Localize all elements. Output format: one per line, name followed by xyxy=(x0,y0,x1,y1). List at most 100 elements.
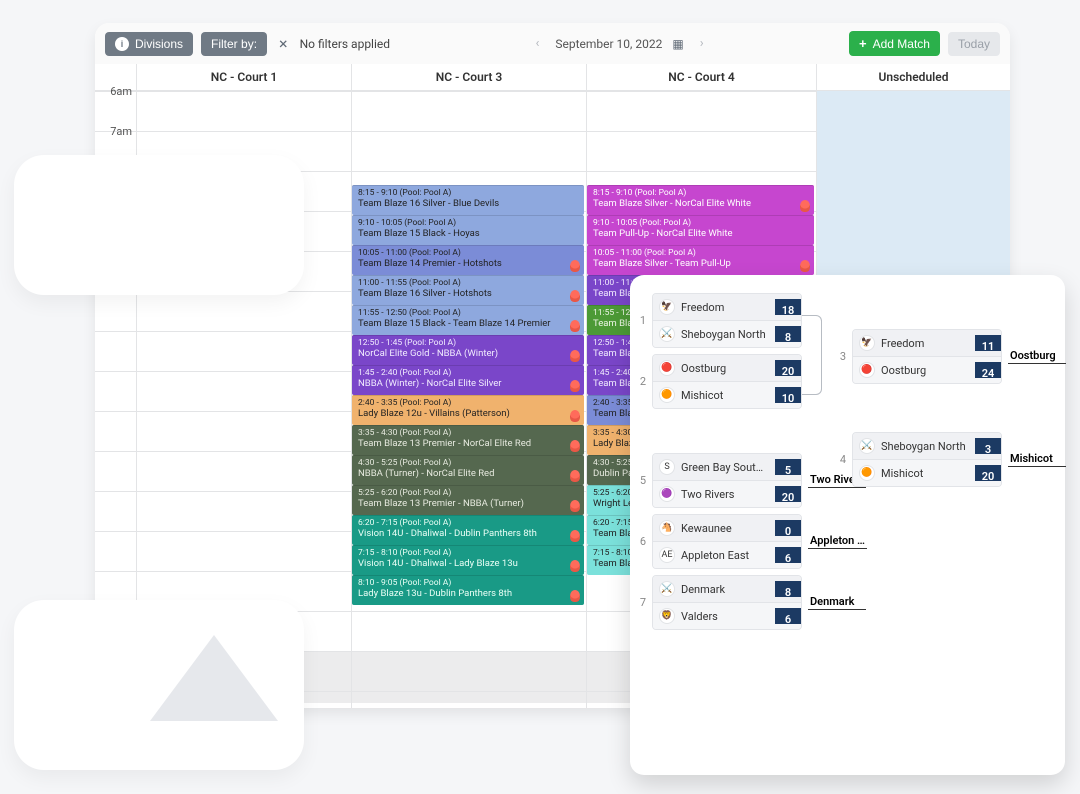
team-score: 24 xyxy=(975,362,1001,378)
team-row: SGreen Bay South…5 xyxy=(653,454,801,481)
team-icon: 🟣 xyxy=(659,486,675,502)
event-flag-icon xyxy=(570,590,580,602)
team-name: Kewaunee xyxy=(681,522,769,535)
event-flag-icon xyxy=(570,560,580,572)
team-row: 🟠Mishicot20 xyxy=(853,460,1001,486)
bracket-match[interactable]: 7⚔️Denmark8🦁Valders6Denmark xyxy=(634,575,1047,630)
event-flag-icon xyxy=(570,440,580,452)
today-button[interactable]: Today xyxy=(948,32,1000,56)
divisions-button[interactable]: i Divisions xyxy=(105,32,193,56)
header-unscheduled: Unscheduled xyxy=(817,64,1010,90)
event-flag-icon xyxy=(570,410,580,422)
winner-label: Denmark xyxy=(808,595,866,610)
team-row: 🔴Oostburg20 xyxy=(653,355,801,382)
winner-label: Mishicot xyxy=(1008,452,1066,467)
team-row: 🦁Valders6 xyxy=(653,603,801,629)
team-row: ⚔️Sheboygan North3 xyxy=(853,433,1001,460)
team-score: 6 xyxy=(775,608,801,624)
team-score: 0 xyxy=(775,520,801,536)
event-time: 1:45 - 2:40 (Pool: Pool A) xyxy=(358,368,578,378)
next-day-icon[interactable]: › xyxy=(694,34,710,53)
event-title: Team Pull-Up - NorCal Elite White xyxy=(593,228,808,239)
schedule-event[interactable]: 5:25 - 6:20 (Pool: Pool A)Team Blaze 13 … xyxy=(352,485,584,515)
team-icon: 🟠 xyxy=(859,465,875,481)
team-score: 10 xyxy=(775,387,801,403)
event-time: 10:05 - 11:00 (Pool: Pool A) xyxy=(593,248,808,258)
add-match-button[interactable]: + Add Match xyxy=(849,31,940,56)
clear-filters-icon[interactable]: × xyxy=(275,34,292,53)
schedule-event[interactable]: 8:15 - 9:10 (Pool: Pool A)Team Blaze Sil… xyxy=(587,185,814,215)
event-flag-icon xyxy=(570,350,580,362)
court3-column[interactable]: 8:15 - 9:10 (Pool: Pool A)Team Blaze 16 … xyxy=(352,91,587,708)
schedule-event[interactable]: 8:10 - 9:05 (Pool: Pool A)Lady Blaze 13u… xyxy=(352,575,584,605)
team-icon: AE xyxy=(659,547,675,563)
filter-status: No filters applied xyxy=(300,37,390,51)
bracket-match[interactable]: 4⚔️Sheboygan North3🟠Mishicot20Mishicot xyxy=(834,432,1066,487)
team-row: 🔴 Oostburg 24 xyxy=(853,357,1001,383)
current-date[interactable]: September 10, 2022 xyxy=(555,37,662,51)
event-flag-icon xyxy=(800,200,810,212)
schedule-event[interactable]: 9:10 - 10:05 (Pool: Pool A)Team Blaze 15… xyxy=(352,215,584,245)
column-headers: NC - Court 1 NC - Court 3 NC - Court 4 U… xyxy=(95,64,1010,91)
team-icon: ⚔️ xyxy=(659,581,675,597)
team-score: 20 xyxy=(975,465,1001,481)
event-title: Team Blaze 15 Black - Team Blaze 14 Prem… xyxy=(358,318,578,329)
bracket-match[interactable]: 3🦅Freedom11🔴Oostburg24Oostburg xyxy=(834,329,1066,384)
filter-button[interactable]: Filter by: xyxy=(201,32,267,56)
bracket-connector xyxy=(802,315,822,395)
calendar-icon[interactable]: ▦ xyxy=(672,37,683,51)
schedule-event[interactable]: 7:15 - 8:10 (Pool: Pool A)Vision 14U - D… xyxy=(352,545,584,575)
event-title: Team Blaze 14 Premier - Hotshots xyxy=(358,258,578,269)
event-title: Team Blaze 16 Silver - Blue Devils xyxy=(358,198,578,209)
team-score: 3 xyxy=(975,438,1001,454)
winner-label: Appleton … xyxy=(808,534,867,549)
team-score: 8 xyxy=(775,581,801,597)
team-icon: 🐴 xyxy=(659,520,675,536)
team-name: Sheboygan North xyxy=(681,328,769,341)
schedule-event[interactable]: 8:15 - 9:10 (Pool: Pool A)Team Blaze 16 … xyxy=(352,185,584,215)
team-icon: 🦅 xyxy=(859,335,875,351)
event-time: 8:15 - 9:10 (Pool: Pool A) xyxy=(593,188,808,198)
event-flag-icon xyxy=(570,380,580,392)
team-icon: 🔴 xyxy=(859,362,875,378)
event-title: Team Blaze 16 Silver - Hotshots xyxy=(358,288,578,299)
header-court4: NC - Court 4 xyxy=(587,64,817,90)
schedule-event[interactable]: 6:20 - 7:15 (Pool: Pool A)Vision 14U - D… xyxy=(352,515,584,545)
event-flag-icon xyxy=(570,290,580,302)
schedule-event[interactable]: 4:30 - 5:25 (Pool: Pool A)NBBA (Turner) … xyxy=(352,455,584,485)
schedule-event[interactable]: 9:10 - 10:05 (Pool: Pool A)Team Pull-Up … xyxy=(587,215,814,245)
bracket-match[interactable]: 6🐴Kewaunee0AEAppleton East6Appleton … xyxy=(634,514,1047,569)
event-title: Team Blaze Silver - Team Pull-Up xyxy=(593,258,808,269)
event-time: 12:50 - 1:45 (Pool: Pool A) xyxy=(358,338,578,348)
schedule-event[interactable]: 10:05 - 11:00 (Pool: Pool A)Team Blaze 1… xyxy=(352,245,584,275)
event-time: 8:10 - 9:05 (Pool: Pool A) xyxy=(358,578,578,588)
team-name: Green Bay South… xyxy=(681,461,769,474)
prev-day-icon[interactable]: ‹ xyxy=(529,34,545,53)
schedule-event[interactable]: 12:50 - 1:45 (Pool: Pool A)NorCal Elite … xyxy=(352,335,584,365)
team-name: Mishicot xyxy=(681,389,769,402)
event-title: NorCal Elite Gold - NBBA (Winter) xyxy=(358,348,578,359)
team-icon: 🦁 xyxy=(659,608,675,624)
event-title: Lady Blaze 13u - Dublin Panthers 8th xyxy=(358,588,578,599)
info-icon: i xyxy=(115,37,129,51)
schedule-event[interactable]: 2:40 - 3:35 (Pool: Pool A)Lady Blaze 12u… xyxy=(352,395,584,425)
schedule-event[interactable]: 10:05 - 11:00 (Pool: Pool A)Team Blaze S… xyxy=(587,245,814,275)
event-title: Team Blaze Silver - NorCal Elite White xyxy=(593,198,808,209)
match-number: 5 xyxy=(634,453,652,508)
schedule-event[interactable]: 3:35 - 4:30 (Pool: Pool A)Team Blaze 13 … xyxy=(352,425,584,455)
event-title: Team Blaze 15 Black - Hoyas xyxy=(358,228,578,239)
time-tick: 6am xyxy=(110,85,132,98)
match-number: 7 xyxy=(634,575,652,630)
team-score: 8 xyxy=(775,326,801,342)
team-name: Oostburg xyxy=(881,364,969,377)
team-icon: ⚔️ xyxy=(659,326,675,342)
bracket-panel: 1🦅Freedom18⚔️Sheboygan North82🔴Oostburg2… xyxy=(630,275,1065,775)
schedule-event[interactable]: 11:55 - 12:50 (Pool: Pool A)Team Blaze 1… xyxy=(352,305,584,335)
team-row: 🟣Two Rivers20 xyxy=(653,481,801,507)
schedule-event[interactable]: 1:45 - 2:40 (Pool: Pool A)NBBA (Winter) … xyxy=(352,365,584,395)
team-icon: 🟠 xyxy=(659,387,675,403)
schedule-event[interactable]: 11:00 - 11:55 (Pool: Pool A)Team Blaze 1… xyxy=(352,275,584,305)
bracket-round2: 3🦅Freedom11🔴Oostburg24Oostburg xyxy=(834,324,1066,389)
event-time: 11:55 - 12:50 (Pool: Pool A) xyxy=(358,308,578,318)
team-score: 18 xyxy=(775,299,801,315)
